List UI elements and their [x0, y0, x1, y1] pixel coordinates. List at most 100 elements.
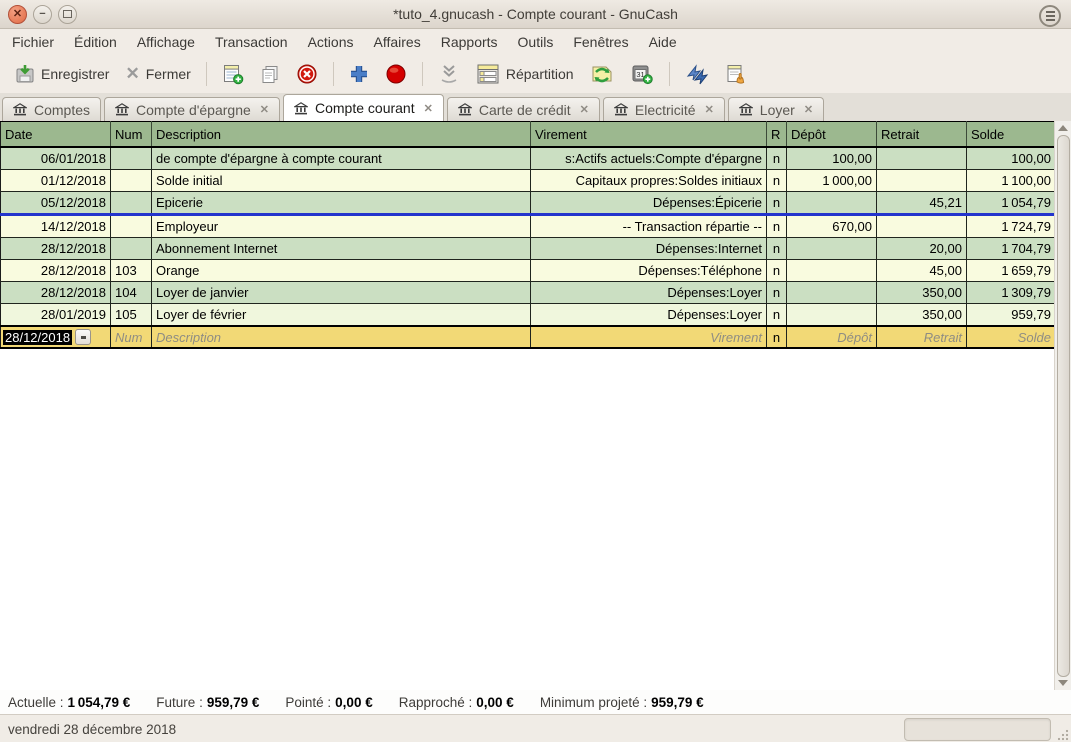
schedule-button[interactable]: 31 — [623, 59, 661, 89]
cell-reconcile[interactable]: n — [767, 192, 787, 215]
transaction-row[interactable]: 14/12/2018 Employeur -- Transaction répa… — [1, 215, 1056, 238]
cell-description[interactable]: Loyer de janvier — [152, 282, 531, 304]
cell-description[interactable]: Employeur — [152, 215, 531, 238]
cell-virement[interactable]: Dépenses:Téléphone — [531, 260, 767, 282]
transaction-row[interactable]: 06/01/2018 de compte d'épargne à compte … — [1, 147, 1056, 170]
duplicate-transaction-button[interactable] — [253, 60, 287, 88]
cell-depot[interactable]: 670,00 — [787, 215, 877, 238]
tab-compte-courant[interactable]: Compte courant ✕ — [283, 94, 444, 121]
menu-fichier[interactable]: Fichier — [2, 31, 64, 53]
cell-date-edit[interactable]: 28/12/2018 — [1, 326, 111, 348]
cell-num[interactable]: 103 — [111, 260, 152, 282]
blank-transaction-edit-row[interactable]: 28/12/2018 Num Description Virement n Dé… — [1, 326, 1056, 348]
tab-loyer[interactable]: Loyer ✕ — [728, 97, 824, 121]
cell-num[interactable] — [111, 238, 152, 260]
cell-date[interactable]: 14/12/2018 — [1, 215, 111, 238]
save-button[interactable]: Enregistrer — [8, 60, 116, 88]
tab-carte-de-credit[interactable]: Carte de crédit ✕ — [447, 97, 600, 121]
date-picker-button[interactable] — [75, 329, 91, 345]
cell-date[interactable]: 05/12/2018 — [1, 192, 111, 215]
tab-electricite[interactable]: Electricité ✕ — [603, 97, 725, 121]
cell-retrait[interactable]: 350,00 — [877, 304, 967, 327]
tab-close-icon[interactable]: ✕ — [703, 103, 714, 116]
cell-reconcile[interactable]: n — [767, 170, 787, 192]
new-transaction-button[interactable] — [215, 59, 251, 89]
transaction-row[interactable]: 28/12/2018 104 Loyer de janvier Dépenses… — [1, 282, 1056, 304]
cell-reconcile-edit[interactable]: n — [767, 326, 787, 348]
cell-date[interactable]: 28/12/2018 — [1, 260, 111, 282]
tab-close-icon[interactable]: ✕ — [802, 103, 813, 116]
scroll-up-icon[interactable] — [1058, 125, 1068, 131]
transfer-button[interactable] — [678, 59, 716, 89]
cell-num[interactable]: 104 — [111, 282, 152, 304]
cell-depot[interactable]: 1 000,00 — [787, 170, 877, 192]
scroll-down-icon[interactable] — [1058, 680, 1068, 686]
cell-reconcile[interactable]: n — [767, 215, 787, 238]
vertical-scrollbar[interactable] — [1054, 121, 1071, 690]
tab-compte-epargne[interactable]: Compte d'épargne ✕ — [104, 97, 280, 121]
delete-transaction-button[interactable] — [289, 59, 325, 89]
transaction-row[interactable]: 28/12/2018 Abonnement Internet Dépenses:… — [1, 238, 1056, 260]
cell-description[interactable]: Solde initial — [152, 170, 531, 192]
cell-retrait[interactable] — [877, 215, 967, 238]
cell-retrait[interactable]: 350,00 — [877, 282, 967, 304]
cell-date[interactable]: 28/01/2019 — [1, 304, 111, 327]
exchange-button[interactable] — [583, 59, 621, 89]
enter-transaction-button[interactable] — [342, 60, 376, 88]
cell-depot[interactable] — [787, 192, 877, 215]
cell-depot[interactable] — [787, 282, 877, 304]
menu-affichage[interactable]: Affichage — [127, 31, 205, 53]
cell-depot[interactable] — [787, 260, 877, 282]
cell-virement[interactable]: s:Actifs actuels:Compte d'épargne — [531, 147, 767, 170]
menu-edition[interactable]: Édition — [64, 31, 127, 53]
cell-retrait[interactable]: 45,00 — [877, 260, 967, 282]
cell-reconcile[interactable]: n — [767, 282, 787, 304]
transaction-row[interactable]: 01/12/2018 Solde initial Capitaux propre… — [1, 170, 1056, 192]
cell-description[interactable]: Orange — [152, 260, 531, 282]
menu-actions[interactable]: Actions — [298, 31, 364, 53]
cancel-transaction-button[interactable] — [378, 59, 414, 89]
transaction-row[interactable]: 28/01/2019 105 Loyer de février Dépenses… — [1, 304, 1056, 327]
cell-virement[interactable]: Dépenses:Loyer — [531, 282, 767, 304]
scrollbar-thumb[interactable] — [1057, 135, 1070, 677]
blank-transaction-button[interactable] — [431, 59, 467, 89]
tab-close-icon[interactable]: ✕ — [578, 103, 589, 116]
cell-description[interactable]: de compte d'épargne à compte courant — [152, 147, 531, 170]
cell-virement[interactable]: Dépenses:Internet — [531, 238, 767, 260]
menu-affaires[interactable]: Affaires — [364, 31, 431, 53]
cell-num[interactable]: 105 — [111, 304, 152, 327]
menu-outils[interactable]: Outils — [508, 31, 564, 53]
date-input[interactable]: 28/12/2018 — [3, 330, 72, 345]
cell-depot[interactable] — [787, 238, 877, 260]
cell-reconcile[interactable]: n — [767, 147, 787, 170]
resize-grip[interactable] — [1057, 729, 1069, 741]
menu-rapports[interactable]: Rapports — [431, 31, 508, 53]
cell-reconcile[interactable]: n — [767, 304, 787, 327]
cell-retrait[interactable]: 20,00 — [877, 238, 967, 260]
menu-transaction[interactable]: Transaction — [205, 31, 298, 53]
cell-reconcile[interactable]: n — [767, 238, 787, 260]
cell-virement[interactable]: Capitaux propres:Soldes initiaux — [531, 170, 767, 192]
cell-virement[interactable]: Dépenses:Épicerie — [531, 192, 767, 215]
transaction-row[interactable]: 28/12/2018 103 Orange Dépenses:Téléphone… — [1, 260, 1056, 282]
cell-date[interactable]: 28/12/2018 — [1, 282, 111, 304]
jump-button[interactable] — [718, 59, 754, 89]
close-register-button[interactable]: ✕ Fermer — [118, 60, 197, 88]
cell-description[interactable]: Epicerie — [152, 192, 531, 215]
menu-fenetres[interactable]: Fenêtres — [563, 31, 638, 53]
cell-depot-edit[interactable]: Dépôt — [787, 326, 877, 348]
cell-retrait[interactable]: 45,21 — [877, 192, 967, 215]
cell-description[interactable]: Loyer de février — [152, 304, 531, 327]
cell-date[interactable]: 06/01/2018 — [1, 147, 111, 170]
tab-close-icon[interactable]: ✕ — [258, 103, 269, 116]
cell-virement[interactable]: Dépenses:Loyer — [531, 304, 767, 327]
cell-date[interactable]: 01/12/2018 — [1, 170, 111, 192]
cell-virement[interactable]: -- Transaction répartie -- — [531, 215, 767, 238]
cell-depot[interactable]: 100,00 — [787, 147, 877, 170]
cell-num[interactable] — [111, 192, 152, 215]
split-transaction-button[interactable]: Répartition — [469, 59, 581, 89]
cell-retrait[interactable] — [877, 147, 967, 170]
cell-retrait[interactable] — [877, 170, 967, 192]
cell-num[interactable] — [111, 147, 152, 170]
cell-num-edit[interactable]: Num — [111, 326, 152, 348]
